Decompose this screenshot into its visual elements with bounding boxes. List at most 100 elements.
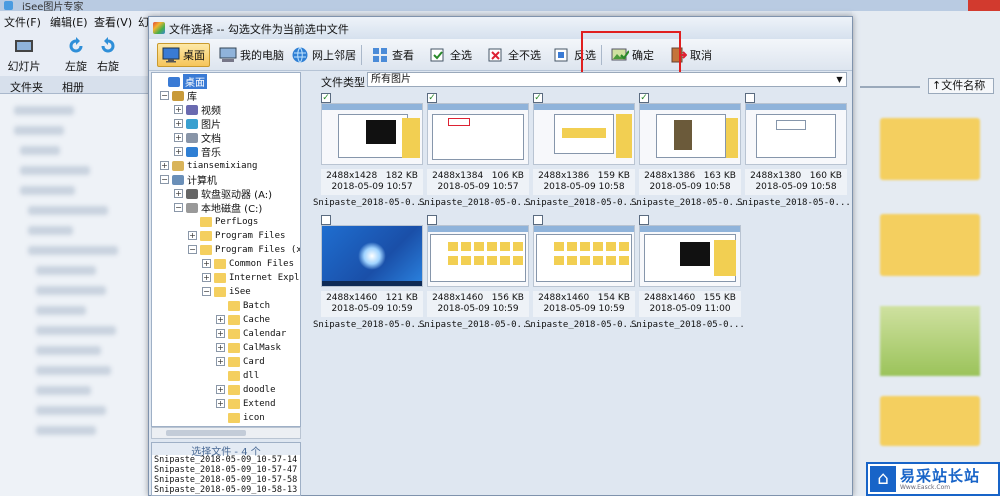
tree-item[interactable]: + Internet Explor: [202, 271, 300, 284]
tree-item[interactable]: − Program Files (x86: [188, 243, 300, 256]
view-button[interactable]: 查看: [367, 43, 418, 67]
my-computer-button[interactable]: 我的电脑: [215, 43, 288, 67]
tree-item[interactable]: Batch: [216, 299, 270, 312]
tab-folders[interactable]: 文件夹: [10, 79, 43, 95]
menu-file[interactable]: 文件(F): [4, 14, 41, 30]
tab-albums[interactable]: 相册: [62, 79, 84, 95]
file-preview-image[interactable]: [533, 103, 635, 165]
tree-item[interactable]: + Common Files: [202, 257, 294, 270]
tree-item[interactable]: + 文档: [174, 131, 221, 145]
expand-icon[interactable]: +: [174, 133, 183, 142]
tree-item[interactable]: + Cache: [216, 313, 270, 326]
zoom-slider[interactable]: [860, 86, 920, 88]
slideshow-button[interactable]: 幻灯片: [4, 36, 44, 74]
select-none-button[interactable]: 全不选: [483, 43, 545, 67]
expand-icon[interactable]: +: [216, 399, 225, 408]
tree-item[interactable]: + 音乐: [174, 145, 221, 159]
tree-horizontal-scrollbar[interactable]: [151, 427, 301, 439]
file-thumbnail-card[interactable]: 2488x1460 154 KB 2018-05-09 10:59 Snipaste…: [517, 213, 639, 333]
tree-item[interactable]: − iSee: [202, 285, 251, 298]
file-checkbox[interactable]: ✓: [321, 93, 331, 103]
expand-icon[interactable]: +: [188, 231, 197, 240]
tree-item[interactable]: + 图片: [174, 117, 221, 131]
file-thumbnail-card[interactable]: ✓ 2488x1386 163 KB 2018-05-09 10:58 Snipast…: [623, 91, 745, 211]
file-preview-image[interactable]: [745, 103, 847, 165]
folder-thumbnail[interactable]: [880, 214, 980, 276]
file-checkbox[interactable]: ✓: [427, 93, 437, 103]
selected-file-item[interactable]: Snipaste_2018-05-09_10-57-14: [152, 455, 300, 465]
tree-item[interactable]: − 本地磁盘 (C:): [174, 201, 262, 215]
sort-dropdown[interactable]: ↑文件名称: [928, 78, 994, 94]
file-checkbox[interactable]: [639, 215, 649, 225]
file-preview-image[interactable]: [427, 103, 529, 165]
desktop-button[interactable]: 桌面: [157, 43, 210, 67]
file-thumbnail-card[interactable]: 2488x1460 121 KB 2018-05-09 10:59 Snipaste…: [305, 213, 427, 333]
tree-item[interactable]: + 视频: [174, 103, 221, 117]
expand-icon[interactable]: +: [216, 329, 225, 338]
file-preview-image[interactable]: [533, 225, 635, 287]
tree-item[interactable]: + tiansemixiang: [160, 159, 257, 172]
file-checkbox[interactable]: ✓: [533, 93, 543, 103]
select-all-button[interactable]: 全选: [425, 43, 476, 67]
file-checkbox[interactable]: [745, 93, 755, 103]
tree-item[interactable]: 桌面: [156, 74, 207, 89]
expand-icon[interactable]: +: [174, 105, 183, 114]
expand-icon[interactable]: +: [216, 315, 225, 324]
expand-icon[interactable]: +: [174, 119, 183, 128]
file-checkbox[interactable]: ✓: [639, 93, 649, 103]
selected-file-item[interactable]: Snipaste_2018-05-09_10-57-58: [152, 475, 300, 485]
tree-item[interactable]: + doodle: [216, 383, 276, 396]
file-type-select[interactable]: 所有图片 ▼: [367, 72, 847, 87]
menu-edit[interactable]: 编辑(E): [50, 14, 88, 30]
tree-item[interactable]: + Calendar: [216, 327, 286, 340]
file-thumbnail-card[interactable]: ✓ 2488x1384 106 KB 2018-05-09 10:57 Snipast…: [411, 91, 533, 211]
collapse-icon[interactable]: −: [174, 203, 183, 212]
menu-view[interactable]: 查看(V): [94, 14, 132, 30]
scrollbar-thumb[interactable]: [166, 430, 246, 436]
tree-item[interactable]: − 库: [160, 89, 197, 103]
file-thumbnail-card[interactable]: 2488x1460 155 KB 2018-05-09 11:00 Snipaste…: [623, 213, 745, 333]
image-thumbnail[interactable]: [880, 306, 980, 376]
collapse-icon[interactable]: −: [160, 91, 169, 100]
collapse-icon[interactable]: −: [202, 287, 211, 296]
selected-file-item[interactable]: Snipaste_2018-05-09_10-58-13: [152, 485, 300, 495]
collapse-icon[interactable]: −: [188, 245, 197, 254]
expand-icon[interactable]: +: [216, 357, 225, 366]
expand-icon[interactable]: +: [174, 147, 183, 156]
folder-thumbnail[interactable]: [880, 396, 980, 446]
file-checkbox[interactable]: [427, 215, 437, 225]
close-button[interactable]: [968, 0, 1000, 11]
expand-icon[interactable]: +: [216, 343, 225, 352]
tree-item[interactable]: + Program Files: [188, 229, 285, 242]
collapse-icon[interactable]: −: [160, 175, 169, 184]
tree-item[interactable]: dll: [216, 369, 259, 382]
file-preview-image[interactable]: [321, 103, 423, 165]
tree-item[interactable]: + 软盘驱动器 (A:): [174, 187, 272, 201]
chevron-down-icon[interactable]: ▼: [833, 73, 846, 86]
tree-item[interactable]: + Extend: [216, 397, 276, 410]
folder-thumbnail[interactable]: [880, 118, 980, 180]
expand-icon[interactable]: +: [216, 385, 225, 394]
file-preview-image[interactable]: [321, 225, 423, 287]
dialog-titlebar[interactable]: 文件选择 -- 勾选文件为当前选中文件: [149, 17, 852, 39]
file-thumbnail-card[interactable]: 2488x1380 160 KB 2018-05-09 10:58 Snipaste…: [729, 91, 851, 211]
rotate-right-button[interactable]: 右旋: [88, 36, 128, 74]
file-thumbnail-card[interactable]: ✓ 2488x1428 182 KB 2018-05-09 10:57 Snipast…: [305, 91, 427, 211]
expand-icon[interactable]: +: [202, 259, 211, 268]
selected-file-item[interactable]: Snipaste_2018-05-09_10-57-47: [152, 465, 300, 475]
expand-icon[interactable]: +: [160, 161, 169, 170]
file-thumbnail-card[interactable]: ✓ 2488x1386 159 KB 2018-05-09 10:58 Snipast…: [517, 91, 639, 211]
expand-icon[interactable]: +: [202, 273, 211, 282]
file-preview-image[interactable]: [639, 225, 741, 287]
file-preview-image[interactable]: [639, 103, 741, 165]
expand-icon[interactable]: +: [174, 189, 183, 198]
folder-tree[interactable]: 桌面 − 库 + 视频 + 图片 + 文档 + 音乐 + tiansemixiang − 计算机 + 软盘驱动器…: [151, 72, 301, 427]
network-button[interactable]: 网上邻居: [287, 43, 360, 67]
tree-item[interactable]: + CalMask: [216, 341, 281, 354]
tree-item[interactable]: − 计算机: [160, 173, 217, 187]
file-thumbnail-card[interactable]: 2488x1460 156 KB 2018-05-09 10:59 Snipaste…: [411, 213, 533, 333]
file-preview-image[interactable]: [427, 225, 529, 287]
tree-item[interactable]: + Card: [216, 355, 265, 368]
tree-item[interactable]: icon: [216, 411, 265, 424]
file-checkbox[interactable]: [533, 215, 543, 225]
